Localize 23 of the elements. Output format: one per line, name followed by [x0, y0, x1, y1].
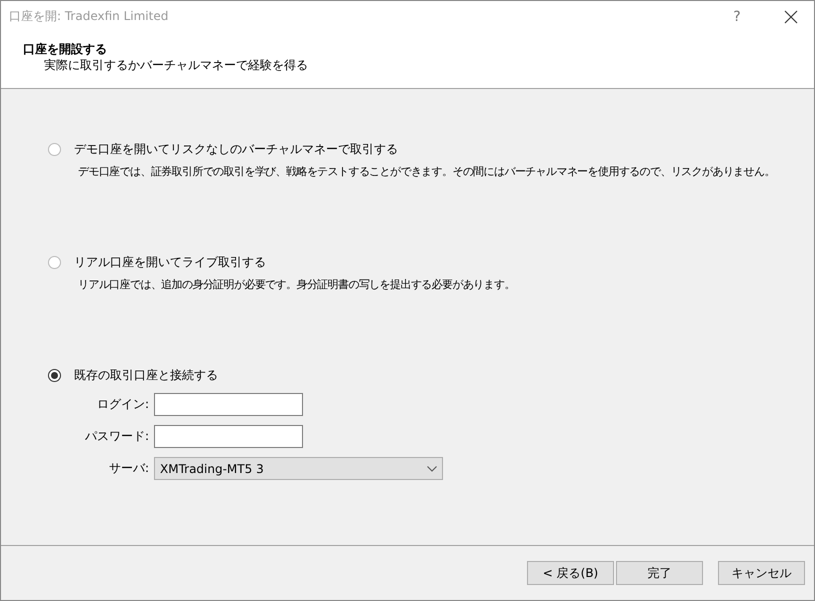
window-title: 口座を開: Tradexfin Limited — [9, 8, 170, 25]
page-subtitle: 実際に取引するかバーチャルマネーで経験を得る — [43, 57, 309, 73]
page-title: 口座を開設する — [23, 41, 108, 57]
radio-button[interactable] — [48, 142, 61, 156]
help-button[interactable]: ? — [714, 1, 760, 32]
option-label[interactable]: 既存の取引口座と接続する — [74, 366, 218, 384]
dialog-button[interactable]: 完了 — [616, 561, 703, 585]
close-icon — [784, 10, 798, 24]
dialog-button[interactable]: < 戻る(B) — [527, 561, 614, 585]
password-field[interactable] — [154, 425, 303, 448]
option-label[interactable]: リアル口座を開いてライブ取引する — [74, 254, 266, 270]
login-field[interactable] — [154, 393, 303, 416]
option-description: デモ口座では、証券取引所での取引を学び、戦略をテストすることができます。その間にはバーチャルマネーを使用するので、リスクがありません。 — [78, 164, 776, 179]
server-dropdown[interactable]: XMTrading-MT5 3 — [154, 457, 443, 480]
chevron-down-icon — [427, 466, 437, 472]
radio-button[interactable] — [48, 256, 61, 268]
radio-button[interactable] — [48, 368, 61, 382]
dialog-button[interactable]: キャンセル — [718, 561, 805, 585]
option-label[interactable]: デモ口座を開いてリスクなしのバーチャルマネーで取引する — [74, 140, 398, 158]
field-label: パスワード: — [84, 428, 149, 445]
field-label: ログイン: — [96, 396, 149, 413]
field-label: サーバ: — [108, 460, 149, 477]
option-description: リアル口座では、追加の身分証明が必要です。身分証明書の写しを提出する必要があります。 — [78, 277, 516, 292]
